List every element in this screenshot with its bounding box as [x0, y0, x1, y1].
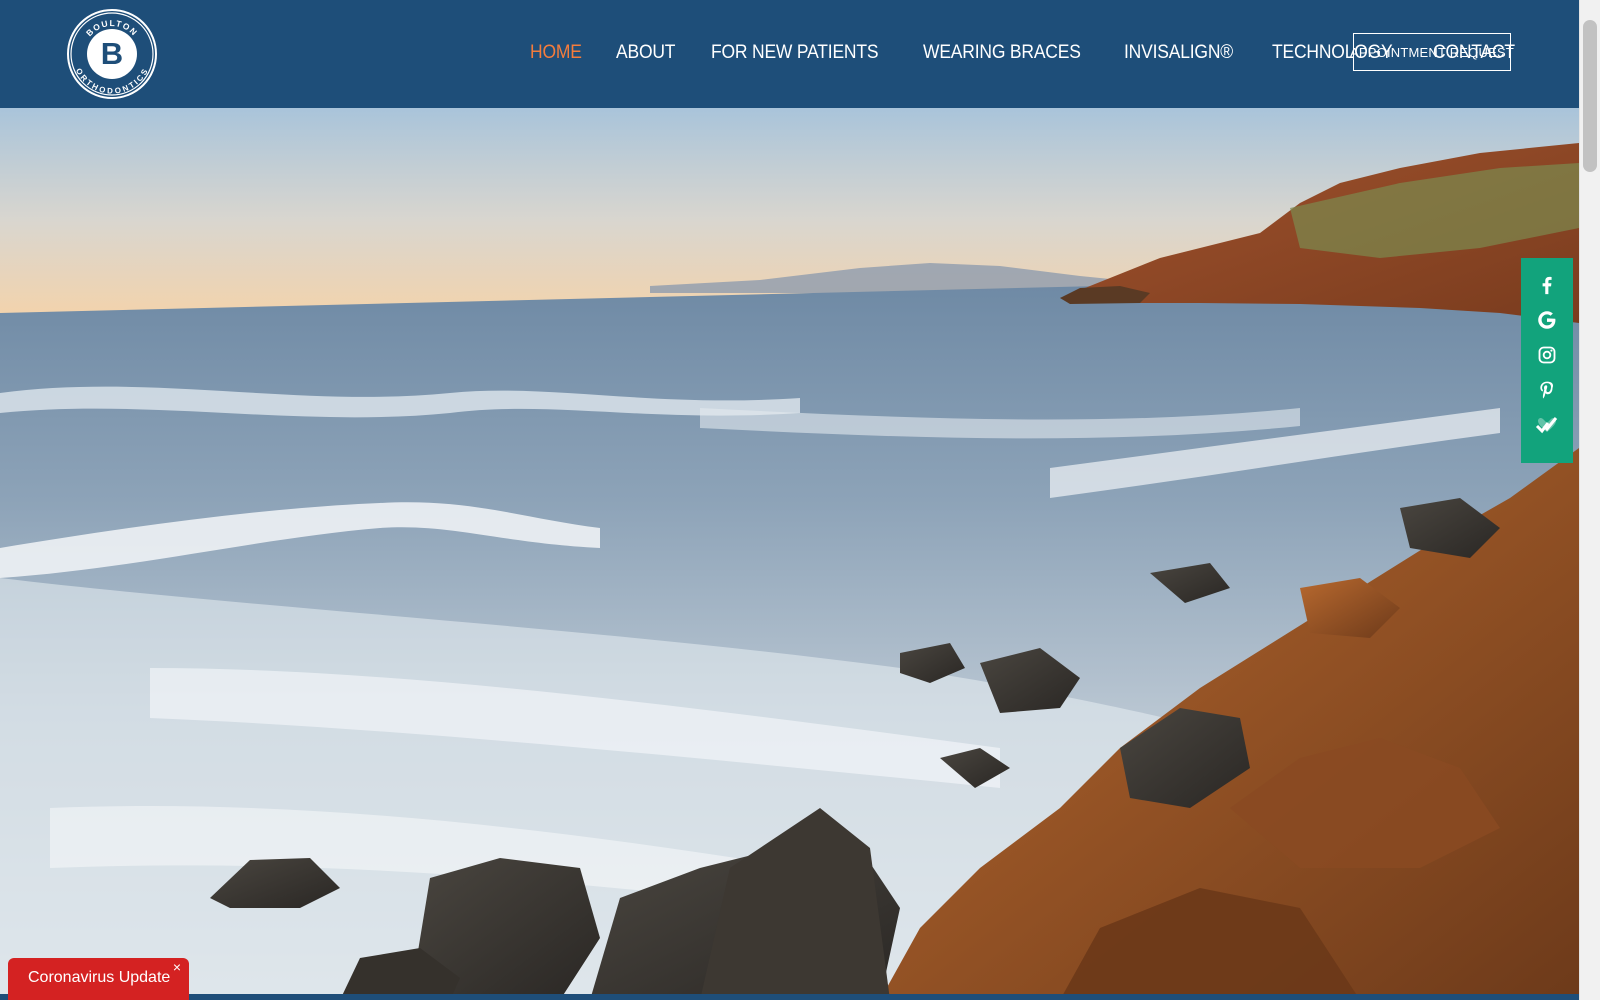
- scrollbar[interactable]: [1579, 0, 1600, 1000]
- scrollbar-thumb[interactable]: [1583, 20, 1597, 172]
- nav-item-invisalign[interactable]: INVISALIGN®: [1124, 42, 1233, 64]
- close-icon[interactable]: ×: [173, 960, 181, 974]
- google-icon[interactable]: [1535, 308, 1559, 332]
- site-header: BOULTON ORTHODONTICS B HOME ABOUT FOR NE…: [0, 0, 1579, 108]
- boulton-orthodontics-logo[interactable]: BOULTON ORTHODONTICS B: [67, 9, 157, 99]
- coronavirus-update-label: Coronavirus Update: [28, 969, 171, 986]
- instagram-icon[interactable]: [1535, 343, 1559, 367]
- nav-item-for-new-patients[interactable]: FOR NEW PATIENTS: [711, 42, 879, 64]
- coastal-ocean-scene: [0, 108, 1579, 1000]
- hero-background-video: [0, 108, 1579, 1000]
- nav-item-wearing-braces[interactable]: WEARING BRACES: [923, 42, 1081, 64]
- nav-item-home[interactable]: HOME: [530, 42, 582, 64]
- coronavirus-update-tab[interactable]: Coronavirus Update ×: [8, 958, 189, 1000]
- pinterest-icon[interactable]: [1535, 378, 1559, 402]
- facebook-icon[interactable]: [1535, 273, 1559, 297]
- nav-item-about[interactable]: ABOUT: [616, 42, 675, 64]
- logo-emblem: BOULTON ORTHODONTICS B: [70, 12, 154, 96]
- bottom-strip: [0, 994, 1579, 1000]
- appointment-request-button[interactable]: APPOINTMENT REQUEST: [1350, 33, 1514, 71]
- healthgrades-icon[interactable]: [1535, 413, 1559, 437]
- logo-letter: B: [101, 36, 123, 71]
- social-links-bar: [1521, 258, 1573, 463]
